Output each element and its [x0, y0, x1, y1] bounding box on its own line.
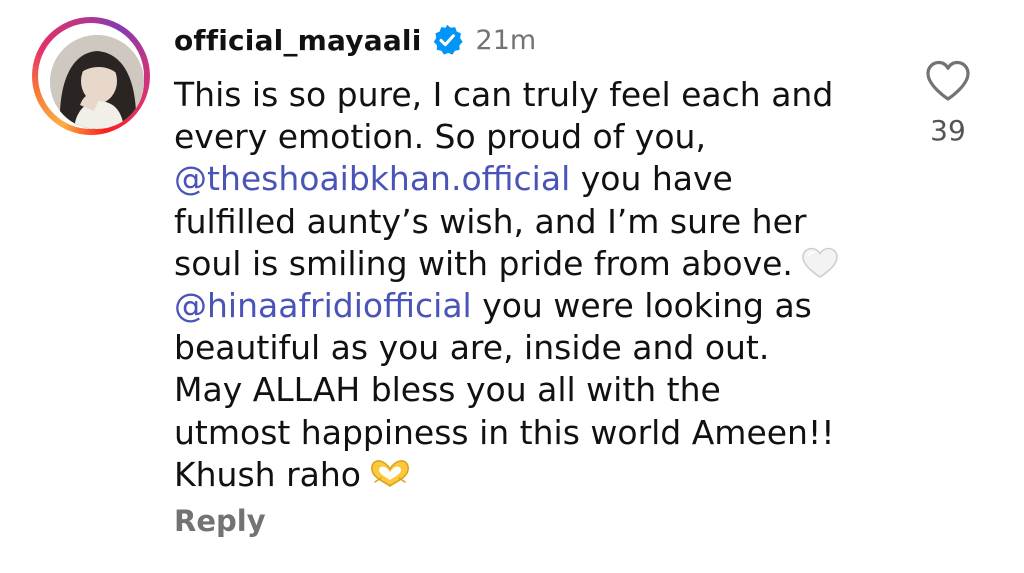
comment-line: Khush raho: [174, 454, 894, 496]
white-heart-emoji: [802, 247, 838, 278]
like-button[interactable]: [925, 60, 971, 102]
profile-photo: [50, 35, 144, 129]
comment-line: fulfilled aunty’s wish, and I’m sure her: [174, 201, 894, 243]
heart-outline-icon: [926, 60, 970, 101]
avatar-story-ring[interactable]: [32, 17, 150, 135]
verified-badge-icon: [433, 24, 463, 55]
comment-text-segment: This is so pure, I can truly feel each a…: [174, 75, 834, 114]
comment-text-segment: May ALLAH bless you all with the: [174, 370, 721, 410]
comment-text-segment: you were looking as: [471, 286, 812, 326]
mention-link[interactable]: @theshoaibkhan.official: [174, 159, 570, 198]
avatar[interactable]: [50, 35, 144, 129]
comment-text-segment: soul is smiling with pride from above.: [174, 243, 793, 283]
comment-text-segment: every emotion. So proud of you,: [174, 117, 706, 157]
comment-line: soul is smiling with pride from above.: [174, 243, 894, 285]
comment-text-segment: Khush raho: [174, 454, 361, 494]
comment-text-segment: beautiful as you are, inside and out.: [174, 328, 770, 368]
reply-button[interactable]: Reply: [174, 504, 266, 538]
comment-line: every emotion. So proud of you,: [174, 116, 894, 158]
comment-text-segment: you have: [570, 159, 733, 199]
comment-line: May ALLAH bless you all with the: [174, 369, 894, 411]
comment-text-segment: fulfilled aunty’s wish, and I’m sure her: [174, 201, 807, 241]
username-link[interactable]: official_mayaali: [174, 24, 422, 57]
comment-text: This is so pure, I can truly feel each a…: [174, 74, 894, 496]
heart-hands-emoji: [371, 459, 409, 487]
comment-header: official_mayaali 21m: [174, 18, 536, 62]
comment-line: beautiful as you are, inside and out.: [174, 327, 894, 369]
like-count: 39: [930, 114, 966, 147]
comment-line: This is so pure, I can truly feel each a…: [174, 74, 894, 116]
mention-link[interactable]: @hinaafridiofficial: [174, 286, 472, 325]
comment-line: @hinaafridiofficial you were looking as: [174, 285, 894, 327]
comment-line: @theshoaibkhan.official you have: [174, 158, 894, 200]
comment-text-segment: utmost happiness in this world Ameen!!: [174, 412, 835, 452]
comment-timestamp: 21m: [475, 24, 537, 56]
comment-line: utmost happiness in this world Ameen!!: [174, 412, 894, 454]
